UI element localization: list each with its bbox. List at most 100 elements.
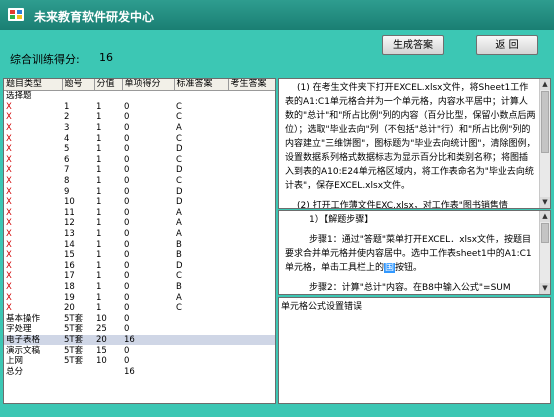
cell-candidate-answer <box>228 356 275 367</box>
cell-question-number: 3 <box>64 123 70 134</box>
cell-question-number: 7 <box>64 165 70 176</box>
table-row[interactable]: X 10 1 0 D <box>4 197 275 208</box>
back-button[interactable]: 返 回 <box>476 35 538 55</box>
header-standard-answer[interactable]: 标准答案 <box>174 79 229 91</box>
cell-candidate-answer <box>228 282 275 293</box>
table-row[interactable]: X 12 1 0 A <box>4 218 275 229</box>
wrong-mark-icon: X <box>6 239 12 250</box>
cell-item-score <box>122 91 174 102</box>
question-pane[interactable]: (1) 在考生文件夹下打开EXCEL.xlsx文件，将Sheet1工作表的A1:… <box>278 78 551 209</box>
cell-points: 1 <box>96 165 102 176</box>
cell-question-number: 6 <box>64 154 70 165</box>
cell-question-type: X <box>4 239 62 250</box>
cell-question-type: X <box>4 144 62 155</box>
table-row[interactable]: X 4 1 0 C <box>4 133 275 144</box>
table-row[interactable]: X 18 1 0 B <box>4 282 275 293</box>
table-row[interactable]: 字处理 5T套 25 0 <box>4 324 275 335</box>
cell-standard-answer <box>174 356 228 367</box>
header-candidate-answer[interactable]: 考生答案 <box>228 79 275 91</box>
table-row[interactable]: 演示文稿 5T套 15 0 <box>4 345 275 356</box>
question-paragraph-2: (2) 打开工作薄文件EXC.xlsx，对工作表"图书销售情 <box>297 201 508 209</box>
wrong-mark-icon: X <box>6 207 12 218</box>
cell-question-number: 17 <box>64 271 75 282</box>
cell-standard-answer: A <box>176 229 182 240</box>
table-row[interactable]: X 1 1 0 C <box>4 102 275 113</box>
cell-points: 1 <box>96 101 102 112</box>
header-item-score[interactable]: 单项得分 <box>122 79 175 91</box>
cell-points <box>94 91 122 102</box>
scroll-down-arrow-icon[interactable]: ▼ <box>540 197 550 208</box>
table-row[interactable]: 总分 16 <box>4 366 275 377</box>
wrong-mark-icon: X <box>6 271 12 282</box>
wrong-mark-icon: X <box>6 292 12 303</box>
cell-item-score: 0 <box>124 186 130 197</box>
wrong-mark-icon: X <box>6 101 12 112</box>
cell-question-number: 8 <box>64 176 70 187</box>
app-logo-icon <box>8 8 24 21</box>
scroll-thumb[interactable] <box>541 223 549 243</box>
scroll-up-arrow-icon[interactable]: ▲ <box>540 79 550 90</box>
table-row[interactable]: X 19 1 0 A <box>4 292 275 303</box>
header-points[interactable]: 分值 <box>94 79 123 91</box>
cell-standard-answer: C <box>176 101 182 112</box>
scroll-up-arrow-icon[interactable]: ▲ <box>540 211 550 222</box>
table-row[interactable]: X 8 1 0 C <box>4 176 275 187</box>
cell-points: 1 <box>96 250 102 261</box>
table-row[interactable]: X 15 1 0 B <box>4 250 275 261</box>
cell-points: 1 <box>96 239 102 250</box>
header-question-number[interactable]: 题号 <box>62 79 95 91</box>
cell-standard-answer: A <box>176 292 182 303</box>
cell-points: 10 <box>96 356 107 367</box>
table-row[interactable]: X 7 1 0 D <box>4 165 275 176</box>
table-row[interactable]: X 6 1 0 C <box>4 155 275 166</box>
cell-question-type: X <box>4 229 62 240</box>
solution-step-1: 步骤1：通过"答题"菜单打开EXCEL．xlsx文件，按题目要求合并单元格并使内… <box>285 233 536 275</box>
cell-question-number: 19 <box>64 292 75 303</box>
cell-standard-answer: D <box>176 186 183 197</box>
cell-standard-answer: A <box>176 218 182 229</box>
wrong-mark-icon: X <box>6 197 12 208</box>
table-row[interactable]: 电子表格 5T套 20 16 <box>4 334 275 346</box>
table-row[interactable]: X 9 1 0 D <box>4 186 275 197</box>
table-row[interactable]: X 14 1 0 B <box>4 239 275 250</box>
table-row[interactable]: X 17 1 0 C <box>4 271 275 282</box>
cell-candidate-answer <box>228 112 275 123</box>
feedback-pane[interactable]: 单元格公式设置错误 <box>278 297 551 404</box>
table-row[interactable]: X 11 1 0 A <box>4 208 275 219</box>
cell-points: 1 <box>96 133 102 144</box>
results-table-panel: 题目类型 题号 分值 单项得分 标准答案 考生答案 选择题 X 1 1 0 C X 2 1 0 C X… <box>3 78 276 404</box>
scroll-down-arrow-icon[interactable]: ▼ <box>540 283 550 294</box>
question-scrollbar[interactable]: ▲ ▼ <box>539 79 550 208</box>
wrong-mark-icon: X <box>6 229 12 240</box>
scroll-thumb[interactable] <box>541 91 549 153</box>
cell-candidate-answer <box>228 186 275 197</box>
cell-question-number <box>62 366 94 377</box>
table-row[interactable]: 选择题 <box>4 91 275 102</box>
cell-question-number: 18 <box>64 281 75 292</box>
cell-candidate-answer <box>228 366 275 377</box>
wrong-mark-icon: X <box>6 281 12 292</box>
table-row[interactable]: X 13 1 0 A <box>4 229 275 240</box>
table-row[interactable]: 基本操作 5T套 10 0 <box>4 313 275 324</box>
cell-question-number: 13 <box>64 229 75 240</box>
table-row[interactable]: 上网 5T套 10 0 <box>4 356 275 367</box>
cell-points: 1 <box>96 218 102 229</box>
solution-scrollbar[interactable]: ▲ ▼ <box>539 211 550 294</box>
solution-pane[interactable]: 1）【解题步骤】 步骤1：通过"答题"菜单打开EXCEL．xlsx文件，按题目要… <box>278 210 551 295</box>
generate-answer-button[interactable]: 生成答案 <box>382 35 444 55</box>
cell-question-number: 5T套 <box>62 334 94 346</box>
table-row[interactable]: X 2 1 0 C <box>4 112 275 123</box>
table-row[interactable]: X 16 1 0 D <box>4 261 275 272</box>
cell-question-type: X <box>4 261 62 272</box>
table-row[interactable]: X 20 1 0 C <box>4 303 275 314</box>
cell-standard-answer: A <box>176 123 182 134</box>
cell-standard-answer: C <box>176 303 182 314</box>
table-row[interactable]: X 3 1 0 A <box>4 123 275 134</box>
wrong-mark-icon: X <box>6 176 12 187</box>
cell-question-type: X <box>4 197 62 208</box>
table-row[interactable]: X 5 1 0 D <box>4 144 275 155</box>
cell-candidate-answer <box>228 239 275 250</box>
header-question-type[interactable]: 题目类型 <box>4 79 63 91</box>
wrong-mark-icon: X <box>6 165 12 176</box>
cell-standard-answer: A <box>176 207 182 218</box>
